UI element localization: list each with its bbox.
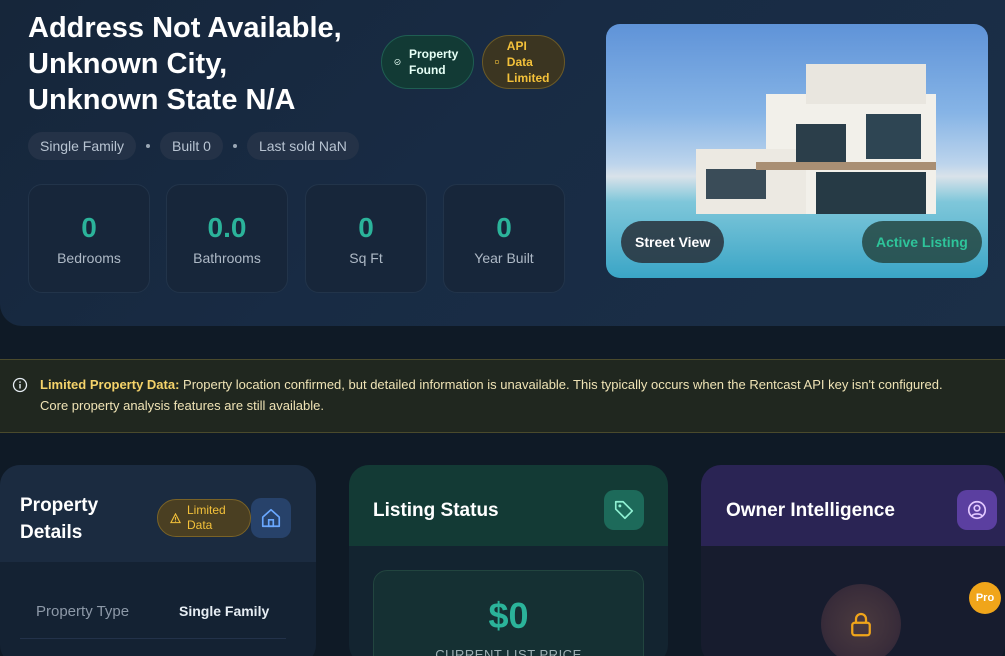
check-circle-icon [394,58,401,66]
limited-data-label: Limited Data [187,503,226,532]
title-line-state: Unknown State N/A [28,84,296,116]
stat-value: 0 [358,211,374,243]
detail-key: Property Type [36,603,130,620]
house-illustration [696,64,936,214]
card-title: Property Details [20,495,99,543]
locked-owner-data [821,584,901,656]
lock-icon [851,612,871,637]
square-dot-icon [495,60,499,64]
property-details-card: Property Details Limited Data Property T… [0,465,316,656]
user-circle-icon [967,500,987,520]
user-icon-button [957,490,997,530]
info-icon [12,377,28,393]
card-header: Owner Intelligence [701,465,1005,546]
current-list-price: $0 [488,595,529,636]
stat-year-built: 0 Year Built [443,184,565,293]
alert-title: Limited Property Data: [40,377,180,392]
home-icon-button [251,498,291,538]
home-icon [261,508,281,528]
property-meta-chips: Single Family Built 0 Last sold NaN [28,132,359,160]
stat-label: Bedrooms [57,249,121,266]
current-list-price-label: CURRENT LIST PRICE [435,647,582,656]
detail-row-property-type: Property Type Single Family [20,589,286,639]
active-listing-badge: Active Listing [862,221,982,263]
tag-icon [614,500,634,520]
street-view-button[interactable]: Street View [621,221,725,263]
tag-icon-button [604,490,644,530]
card-header: Listing Status [349,465,668,546]
owner-intelligence-card: Owner Intelligence [701,465,1005,656]
stat-label: Bathrooms [193,249,261,266]
property-found-badge: Property Found [381,35,474,89]
pro-badge[interactable]: Pro [969,582,1001,614]
listing-status-card: Listing Status $0 CURRENT LIST PRICE [349,465,668,656]
separator-dot [232,144,237,148]
stat-value: 0 [496,211,512,243]
property-found-label: Property Found [408,47,459,77]
stat-label: Year Built [474,249,534,266]
limited-data-badge: Limited Data [157,499,251,537]
card-header: Property Details Limited Data [0,465,316,562]
stat-label: Sq Ft [349,249,383,266]
stat-bathrooms: 0.0 Bathrooms [166,184,288,293]
card-title: Listing Status [373,500,499,521]
limited-data-alert: Limited Property Data: Property location… [0,359,1005,433]
chip-last-sold: Last sold NaN [246,132,359,160]
stat-value: 0.0 [207,211,247,243]
api-data-limited-badge: API Data Limited [482,35,565,89]
page-title: Address Not Available, Unknown City, Unk… [28,10,388,118]
detail-value: Single Family [179,603,270,619]
chip-year-built: Built 0 [160,132,223,160]
title-line-address: Address Not Available, [28,12,342,44]
stat-sqft: 0 Sq Ft [305,184,427,293]
chip-property-type: Single Family [28,132,137,160]
alert-text: Limited Property Data: Property location… [40,374,960,416]
api-data-limited-label: API Data Limited [506,39,550,85]
stat-bedrooms: 0 Bedrooms [28,184,150,293]
warning-icon [170,512,181,523]
card-title: Owner Intelligence [726,500,895,521]
stat-value: 0 [81,211,97,243]
separator-dot [146,144,151,148]
current-price-box: $0 CURRENT LIST PRICE [373,570,644,656]
title-line-city: Unknown City, [28,48,228,80]
